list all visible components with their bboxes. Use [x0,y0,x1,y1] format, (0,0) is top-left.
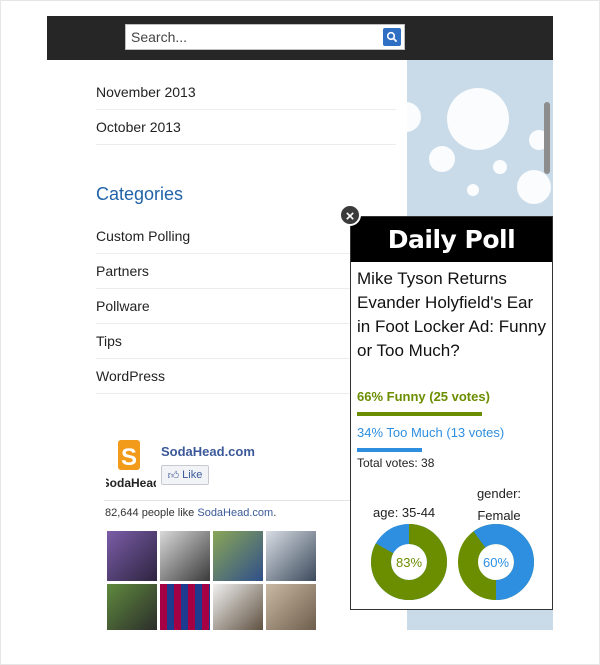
poll-header: Daily Poll [351,217,552,262]
fan-avatar[interactable] [160,531,210,581]
poll-result-too-much[interactable]: 34% Too Much (13 votes) [357,425,504,440]
facebook-like-count: 82,644 people like SodaHead.com. [105,507,277,519]
search-box [125,24,405,50]
facebook-like-button[interactable]: 👍︎ Like [161,465,209,485]
poll-close-button[interactable]: × [339,204,361,226]
fan-avatar[interactable] [160,584,210,630]
age-donut-chart: 83% [371,524,447,600]
age-label: age: 35-44 [373,505,436,520]
fan-avatar[interactable] [107,531,157,581]
fan-avatar[interactable] [213,584,263,630]
thumbs-up-icon: 👍︎ [167,469,180,482]
search-icon [386,31,398,43]
facebook-page-name[interactable]: SodaHead.com [161,444,255,459]
facebook-page-link[interactable]: SodaHead.com [197,507,273,519]
poll-bar-funny [357,412,483,416]
categories-heading: Categories [96,184,184,204]
fan-avatar[interactable] [266,584,316,630]
archive-item[interactable]: November 2013 [96,75,396,110]
fan-avatar[interactable] [213,531,263,581]
scrollbar[interactable] [544,102,550,174]
daily-poll-widget: Daily Poll Mike Tyson Returns Evander Ho… [350,216,553,610]
poll-total-votes: Total votes: 38 [357,456,435,470]
gender-label: gender: Female [469,483,529,527]
fan-avatar[interactable] [107,584,157,630]
search-button[interactable] [383,28,401,46]
gender-donut-chart: 60% [458,524,534,600]
poll-question[interactable]: Mike Tyson Returns Evander Holyfield's E… [357,267,549,363]
gender-percent: 60% [483,555,509,570]
poll-bar-too-much [357,448,422,452]
poll-result-funny[interactable]: 66% Funny (25 votes) [357,389,490,404]
fan-avatar[interactable] [266,531,316,581]
sodahead-logo-text: SodaHead [106,476,156,490]
like-label: Like [182,469,203,481]
age-percent: 83% [396,555,422,570]
top-bar [47,16,553,60]
svg-text:S: S [121,444,137,471]
search-input[interactable] [126,25,381,49]
archive-item[interactable]: October 2013 [96,110,396,145]
sodahead-logo[interactable]: S SodaHead [106,440,156,492]
